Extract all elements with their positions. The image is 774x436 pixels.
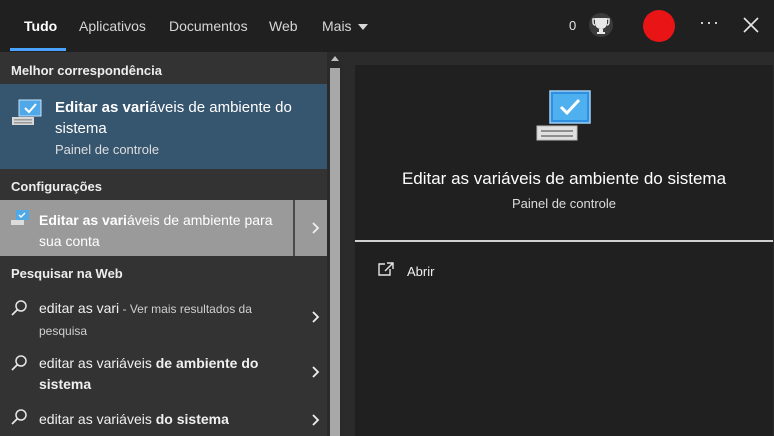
search-icon [11,300,27,316]
section-web-search: Pesquisar na Web [11,266,123,281]
more-icon[interactable]: ··· [699,12,720,33]
open-action-label: Abrir [407,264,435,279]
settings-result-title: Editar as variáveis de ambiente para sua… [39,212,273,249]
close-icon[interactable] [743,17,759,33]
section-settings: Configurações [11,179,103,194]
chevron-right-icon[interactable] [312,414,320,426]
web-result-text: editar as variáveis de ambiente do siste… [39,355,259,392]
settings-result[interactable]: Editar as variáveis de ambiente para sua… [0,200,327,256]
computer-settings-icon [12,99,42,125]
open-external-icon [378,262,394,276]
chevron-right-icon[interactable] [312,311,320,323]
section-best-match: Melhor correspondência [11,63,162,78]
scroll-up-icon[interactable] [331,56,339,61]
divider [293,200,295,256]
best-match-subtitle: Painel de controle [55,142,160,157]
tab-documents[interactable]: Documentos [169,18,248,34]
preview-subtitle: Painel de controle [511,196,617,211]
chevron-down-icon [357,24,368,31]
web-result[interactable]: editar as vari - Ver mais resultados da … [0,295,327,347]
scrollbar-thumb[interactable] [330,68,340,436]
web-result-text: editar as variáveis do sistema [39,411,229,427]
web-result-text: editar as vari - Ver mais resultados da … [39,300,252,338]
tab-more[interactable]: Mais [322,18,368,34]
active-tab-indicator [10,48,66,51]
web-result[interactable]: editar as variáveis de ambiente do siste… [0,350,327,398]
divider [355,240,773,242]
results-scrollbar[interactable] [327,52,343,436]
tab-web[interactable]: Web [269,18,298,34]
computer-settings-icon [536,90,591,141]
web-result[interactable]: editar as variáveis do sistema [0,404,327,436]
search-top-bar: Tudo Aplicativos Documentos Web Mais 0 ·… [0,0,774,52]
tab-apps[interactable]: Aplicativos [79,18,146,34]
search-icon [11,409,27,425]
tab-more-label: Mais [322,18,352,34]
rewards-points: 0 [569,18,577,33]
chevron-right-icon[interactable] [312,366,320,378]
open-action[interactable]: Abrir [377,261,497,285]
best-match-result[interactable]: Editar as variáveis de ambiente do siste… [0,84,327,169]
trophy-icon[interactable] [588,12,614,40]
preview-title: Editar as variáveis de ambiente do siste… [401,169,727,188]
results-list: Melhor correspondência Editar as variáve… [0,52,343,436]
preview-pane: Editar as variáveis de ambiente do siste… [355,65,773,436]
chevron-right-icon[interactable] [312,222,320,234]
search-icon [11,355,27,371]
best-match-title: Editar as variáveis de ambiente do siste… [55,99,292,137]
computer-settings-icon [11,210,29,225]
tab-all[interactable]: Tudo [24,18,57,34]
record-indicator[interactable] [643,10,675,42]
